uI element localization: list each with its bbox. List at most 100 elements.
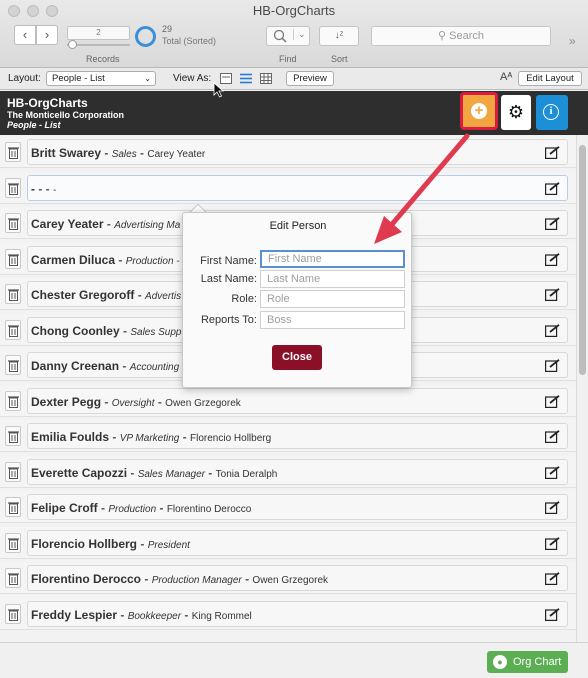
trash-icon [8,360,19,372]
person-role: Advertis [145,291,182,302]
separator: - [97,501,109,515]
edit-icon[interactable] [545,430,560,443]
first-name-placeholder: First Name [268,253,322,265]
delete-button[interactable] [5,142,21,162]
person-boss: Carey Yeater [147,149,206,160]
person-role: Oversight [111,397,155,409]
record-slider-knob[interactable] [68,40,77,49]
next-record-button[interactable]: › [36,25,58,45]
row-card[interactable] [27,174,568,201]
org-chart-button[interactable]: ● Org Chart [487,651,568,673]
record-status: Total (Sorted) [162,36,217,46]
trash-icon [8,431,19,443]
table-view-icon[interactable] [260,73,272,84]
list-item[interactable]: Britt Swarey - Sales - Carey Yeater [0,136,576,168]
settings-button[interactable]: ⚙ [501,95,531,130]
edit-icon[interactable] [545,323,560,337]
last-name-field[interactable]: Last Name [260,270,405,288]
delete-button[interactable] [5,497,21,517]
reports-to-field[interactable]: Boss [260,311,405,329]
edit-icon[interactable] [545,146,560,159]
current-record-field[interactable]: 2 [67,26,130,40]
separator: - [119,323,131,338]
delete-button[interactable] [5,213,21,233]
layout-select-value: People - List [52,73,105,84]
edit-icon[interactable] [545,572,560,585]
list-item[interactable]: Emilia Foulds - VP Marketing - Florencio… [0,420,576,452]
edit-icon[interactable] [545,465,560,479]
toolbar-overflow-icon[interactable]: » [569,34,576,48]
row-text: Florencio Hollberg - President [31,537,190,551]
search-icon: ⚲ [438,30,447,42]
scrollbar-thumb[interactable] [579,145,586,375]
list-item[interactable]: Dexter Pegg - Oversight - Owen Grzegorek [0,384,576,417]
delete-button[interactable] [5,461,21,482]
trash-icon [8,466,19,479]
delete-button[interactable] [5,390,21,411]
edit-person-popover: Edit Person First Name: First Name Last … [182,212,412,388]
delete-button[interactable] [5,284,21,304]
chevron-left-icon: ‹ [22,27,28,42]
search-input[interactable]: ⚲ Search [371,26,551,46]
preview-button[interactable]: Preview [286,71,334,86]
reports-to-placeholder: Boss [267,314,292,326]
list-item[interactable]: Felipe Croff - Production - Florentino D… [0,491,576,523]
delete-button[interactable] [5,568,21,588]
edit-icon[interactable] [545,217,560,230]
previous-record-button[interactable]: ‹ [14,25,36,45]
text-size-icon[interactable]: Aᴬ [500,71,512,83]
edit-icon[interactable] [545,394,560,408]
layout-select[interactable]: People - List ⌄ [46,71,156,86]
list-item[interactable]: Florentino Derocco - Production Manager … [0,562,576,594]
separator: - [117,607,128,622]
role-field[interactable]: Role [260,290,405,308]
list-item[interactable]: Florencio Hollberg - President [0,526,576,559]
person-name: Carmen Diluca [31,252,116,267]
chevron-down-icon: ⌄ [144,74,151,83]
person-role: Advertising Ma [114,220,181,231]
edit-icon[interactable] [545,501,560,514]
window-title: HB-OrgCharts [252,3,336,18]
row-text: Emilia Foulds - VP Marketing - Florencio… [31,430,271,444]
edit-icon[interactable] [545,607,560,621]
delete-button[interactable] [5,603,21,624]
delete-button[interactable] [5,248,21,269]
edit-icon[interactable] [545,288,560,301]
edit-icon[interactable] [545,536,560,550]
info-button[interactable]: i [536,95,568,130]
person-boss: Florencio Hollberg [190,433,272,444]
edit-icon[interactable] [545,252,560,266]
person-role: Sales Supp [130,326,182,338]
trash-icon [8,253,19,266]
edit-layout-button[interactable]: Edit Layout [518,71,582,86]
delete-button[interactable] [5,177,21,198]
row-text: Everette Capozzi - Sales Manager - Tonia… [31,466,277,480]
close-button[interactable]: Close [272,345,322,370]
found-set-pie-icon [135,26,156,47]
delete-button[interactable] [5,319,21,340]
first-name-field[interactable]: First Name [260,250,405,268]
chevron-down-icon[interactable]: ⌄ [293,29,306,40]
list-view-icon[interactable] [240,73,252,84]
delete-button[interactable] [5,532,21,553]
list-item[interactable]: Everette Capozzi - Sales Manager - Tonia… [0,455,576,488]
person-name: Felipe Croff [31,501,98,515]
person-name: Freddy Lespier [31,607,118,622]
sort-button[interactable]: ↓ᶻ [319,26,359,46]
person-name: Chester Gregoroff [31,288,135,302]
edit-icon[interactable] [545,181,560,195]
delete-button[interactable] [5,355,21,375]
list-item[interactable]: Freddy Lespier - Bookkeeper - King Romme… [0,597,576,630]
delete-button[interactable] [5,426,21,446]
separator: - [156,501,167,515]
add-person-button[interactable]: + [460,92,498,130]
trash-icon [8,608,19,621]
chevron-right-icon: › [44,27,50,42]
separator: - [137,536,148,551]
edit-icon[interactable] [545,359,560,372]
row-text: Chong Coonley - Sales Supp [31,324,182,338]
list-item[interactable]: - - - - [0,171,576,204]
find-button[interactable]: ⌄ [266,26,310,46]
view-as-label: View As: [173,73,212,84]
separator: - [181,607,192,622]
